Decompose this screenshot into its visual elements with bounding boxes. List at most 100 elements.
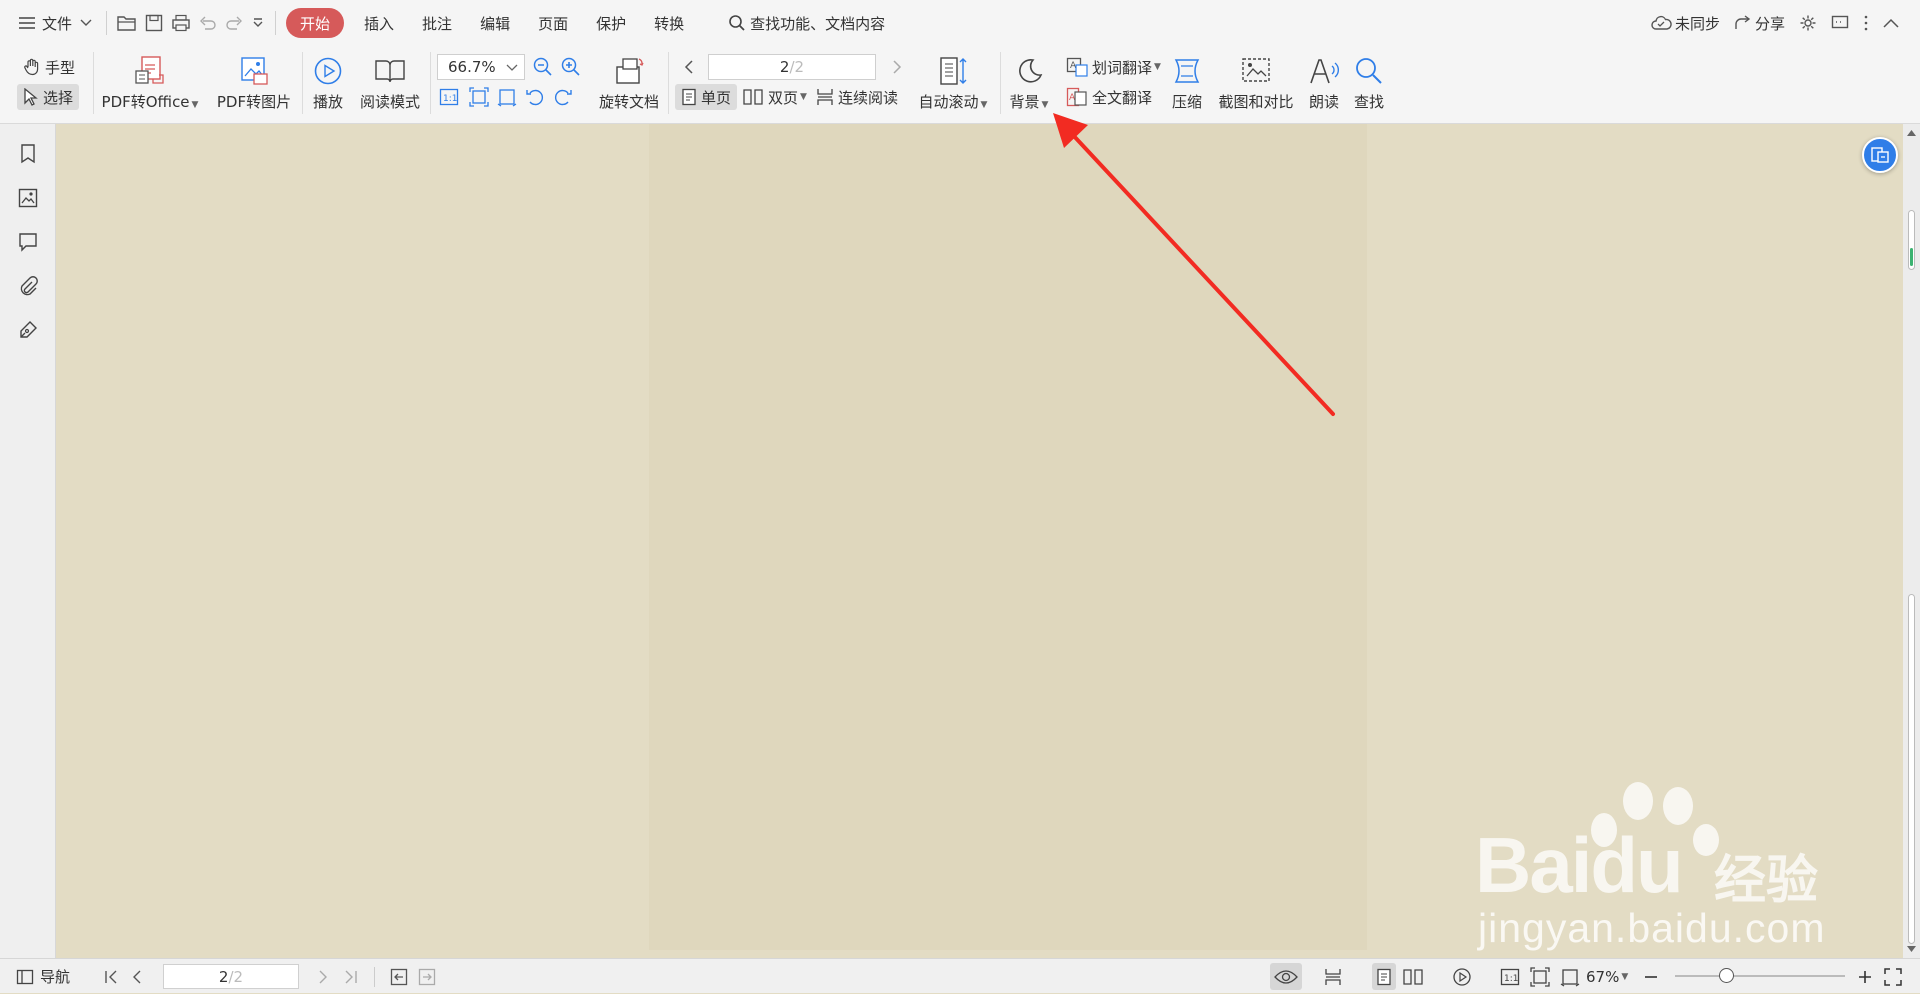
- tab-page[interactable]: 页面: [524, 8, 582, 38]
- auto-scroll-button[interactable]: 自动滚动 ▼: [914, 52, 992, 114]
- floating-convert-button[interactable]: [1862, 137, 1898, 173]
- status-prev-page-button[interactable]: [132, 959, 142, 994]
- actual-size-button[interactable]: 1:1: [436, 84, 466, 110]
- scrollbar-thumb-secondary[interactable]: [1908, 594, 1915, 944]
- forward-button[interactable]: [418, 959, 436, 994]
- word-translate-button[interactable]: A 划词翻译 ▼: [1060, 54, 1167, 80]
- status-play-button[interactable]: [1452, 959, 1472, 994]
- search-icon: [729, 15, 745, 31]
- continuous-read-button[interactable]: 连续阅读: [810, 84, 904, 110]
- play-icon: [1453, 967, 1471, 986]
- scroll-up-arrow-icon[interactable]: [1907, 130, 1916, 136]
- last-page-button[interactable]: [344, 959, 358, 994]
- back-button[interactable]: [390, 959, 408, 994]
- feedback-button[interactable]: [1824, 7, 1856, 39]
- vertical-scrollbar[interactable]: [1903, 124, 1920, 958]
- status-single-page-button[interactable]: [1372, 963, 1396, 990]
- status-zoom-select[interactable]: 67% ▼: [1560, 959, 1628, 994]
- pdf-to-image-button[interactable]: PDF转图片: [214, 52, 294, 114]
- page-number-input[interactable]: 2/2: [708, 54, 876, 80]
- hand-tool-button[interactable]: 手型: [17, 54, 81, 80]
- navigation-toggle[interactable]: 导航: [16, 959, 70, 994]
- continuous-read-icon: [1325, 968, 1341, 985]
- background-button[interactable]: 背景 ▼: [1006, 52, 1052, 114]
- status-zoom-in-button[interactable]: [1858, 959, 1872, 994]
- watermark-cn: 经验: [1714, 851, 1819, 911]
- single-page-button[interactable]: 单页: [675, 84, 738, 110]
- status-double-page-button[interactable]: [1402, 959, 1424, 994]
- screenshot-compare-button[interactable]: 截图和对比: [1216, 52, 1296, 114]
- status-page-input[interactable]: 2/2: [163, 964, 299, 989]
- compress-button[interactable]: 压缩: [1166, 52, 1208, 114]
- read-mode-icon-wrap: [374, 52, 406, 90]
- rotate-document-button[interactable]: 旋转文档: [596, 52, 662, 114]
- rotate-left-button[interactable]: [522, 84, 552, 110]
- rotate-document-label: 旋转文档: [598, 93, 659, 111]
- screenshot-compare-label: 截图和对比: [1218, 93, 1294, 111]
- tab-protect[interactable]: 保护: [582, 8, 640, 38]
- undo-button[interactable]: [195, 7, 221, 39]
- read-aloud-button[interactable]: 朗读: [1304, 52, 1344, 114]
- status-actual-size-button[interactable]: 1:1: [1500, 959, 1520, 994]
- signature-panel-button[interactable]: [16, 318, 40, 342]
- zoom-out-button[interactable]: [530, 54, 560, 80]
- bookmark-icon: [21, 144, 35, 164]
- pdf-to-image-icon: [241, 57, 268, 85]
- attachment-panel-button[interactable]: [16, 274, 40, 298]
- first-page-button[interactable]: [104, 959, 118, 994]
- file-menu[interactable]: 文件: [10, 7, 100, 39]
- prev-page-button[interactable]: [680, 54, 702, 80]
- double-page-button[interactable]: 双页 ▼: [736, 84, 813, 110]
- redo-button[interactable]: [221, 7, 247, 39]
- forward-arrow-box-icon: [418, 968, 436, 985]
- print-button[interactable]: [167, 7, 195, 39]
- pdf-to-office-button[interactable]: PDF转Office ▼: [101, 52, 198, 114]
- rotate-right-button[interactable]: [550, 84, 580, 110]
- more-button[interactable]: [1856, 7, 1876, 39]
- quick-access-more-button[interactable]: [247, 7, 269, 39]
- full-translate-button[interactable]: A 全文翻译: [1060, 84, 1158, 110]
- tab-convert[interactable]: 转换: [640, 8, 698, 38]
- bookmark-panel-button[interactable]: [16, 142, 40, 166]
- tab-annotate[interactable]: 批注: [408, 8, 466, 38]
- collapse-ribbon-button[interactable]: [1876, 7, 1906, 39]
- chevron-down-icon: [253, 18, 263, 27]
- read-mode-button[interactable]: 阅读模式: [357, 52, 423, 114]
- zoom-in-button[interactable]: [558, 54, 588, 80]
- status-next-page-button[interactable]: [318, 959, 328, 994]
- comment-panel-button[interactable]: [16, 230, 40, 254]
- open-button[interactable]: [113, 7, 141, 39]
- next-page-button[interactable]: [888, 54, 910, 80]
- tab-edit[interactable]: 编辑: [466, 8, 524, 38]
- select-tool-button[interactable]: 选择: [17, 84, 80, 110]
- tab-home[interactable]: 开始: [286, 8, 345, 38]
- pdf-to-office-label: PDF转Office: [101, 93, 190, 111]
- play-button[interactable]: 播放: [308, 52, 348, 114]
- background-label: 背景: [1009, 93, 1040, 111]
- fit-page-button[interactable]: [466, 84, 496, 110]
- sidebar-panel-icon: [16, 969, 34, 984]
- status-fit-page-button[interactable]: [1530, 959, 1550, 994]
- fit-width-button[interactable]: [494, 84, 524, 110]
- save-button[interactable]: [141, 7, 167, 39]
- fullscreen-button[interactable]: [1884, 959, 1902, 994]
- share-button[interactable]: 分享: [1727, 7, 1792, 39]
- divider: [275, 11, 277, 35]
- thumbnail-panel-button[interactable]: [16, 186, 40, 210]
- watermark-brand-2: du: [1590, 821, 1683, 909]
- divider: [668, 52, 669, 114]
- status-zoom-out-button[interactable]: [1644, 959, 1658, 994]
- find-button[interactable]: 查找: [1350, 52, 1388, 114]
- zoom-select[interactable]: 66.7%: [437, 54, 525, 80]
- eye-protection-button[interactable]: [1270, 963, 1302, 990]
- zoom-slider-handle[interactable]: [1719, 968, 1734, 983]
- zoom-slider-track[interactable]: [1675, 975, 1845, 977]
- status-continuous-button[interactable]: [1324, 959, 1342, 994]
- single-page-icon: [1377, 968, 1391, 985]
- sync-button[interactable]: 未同步: [1643, 7, 1727, 39]
- pdf-to-office-icon-wrap: [133, 52, 167, 90]
- settings-button[interactable]: [1792, 7, 1824, 39]
- scroll-down-arrow-icon[interactable]: [1907, 946, 1916, 952]
- feature-search[interactable]: 查找功能、文档内容: [728, 13, 885, 34]
- tab-insert[interactable]: 插入: [350, 8, 408, 38]
